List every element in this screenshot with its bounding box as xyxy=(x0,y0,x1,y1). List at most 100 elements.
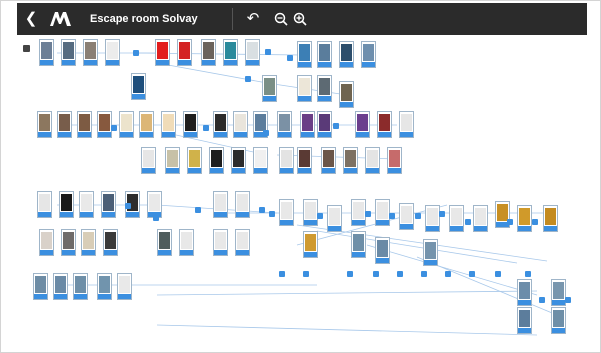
connector-dot[interactable] xyxy=(507,219,513,225)
screen-card[interactable] xyxy=(377,111,392,138)
screen-card[interactable] xyxy=(201,39,216,66)
screen-card[interactable] xyxy=(119,111,134,138)
screen-card[interactable] xyxy=(103,229,118,256)
screen-card[interactable] xyxy=(141,147,156,174)
screen-card[interactable] xyxy=(39,229,54,256)
screen-card[interactable] xyxy=(399,203,414,230)
connector-dot[interactable] xyxy=(269,211,275,217)
connector-dot[interactable] xyxy=(532,219,538,225)
screen-card[interactable] xyxy=(355,111,370,138)
screen-card[interactable] xyxy=(213,191,228,218)
connector-dot[interactable] xyxy=(111,125,117,131)
connector-dot[interactable] xyxy=(465,219,471,225)
undo-icon[interactable]: ↶ xyxy=(243,3,263,35)
screen-card[interactable] xyxy=(157,229,172,256)
screen-card[interactable] xyxy=(105,39,120,66)
screen-card[interactable] xyxy=(327,205,342,232)
screen-card[interactable] xyxy=(375,237,390,264)
screen-card[interactable] xyxy=(37,111,52,138)
screen-card[interactable] xyxy=(245,39,260,66)
flow-canvas[interactable] xyxy=(17,35,587,349)
screen-card[interactable] xyxy=(79,191,94,218)
connector-dot[interactable] xyxy=(153,215,159,221)
screen-card[interactable] xyxy=(473,205,488,232)
screen-card[interactable] xyxy=(53,273,68,300)
connector-dot[interactable] xyxy=(421,271,427,277)
screen-card[interactable] xyxy=(101,191,116,218)
screen-card[interactable] xyxy=(235,229,250,256)
zoom-out-icon[interactable] xyxy=(274,12,288,26)
screen-card[interactable] xyxy=(375,199,390,226)
connector-dot[interactable] xyxy=(525,271,531,277)
connector-dot[interactable] xyxy=(365,211,371,217)
screen-card[interactable] xyxy=(231,147,246,174)
connector-dot[interactable] xyxy=(133,50,139,56)
connector-dot[interactable] xyxy=(469,271,475,277)
connector-dot[interactable] xyxy=(373,271,379,277)
screen-card[interactable] xyxy=(209,147,224,174)
screen-card[interactable] xyxy=(351,231,366,258)
screen-card[interactable] xyxy=(147,191,162,218)
screen-card[interactable] xyxy=(387,147,402,174)
screen-card[interactable] xyxy=(517,307,532,334)
screen-card[interactable] xyxy=(37,191,52,218)
screen-card[interactable] xyxy=(131,73,146,100)
connector-dot[interactable] xyxy=(265,49,271,55)
connector-dot[interactable] xyxy=(565,297,571,303)
screen-card[interactable] xyxy=(551,279,566,306)
screen-card[interactable] xyxy=(33,273,48,300)
connector-dot[interactable] xyxy=(195,207,201,213)
screen-card[interactable] xyxy=(183,111,198,138)
connector-dot[interactable] xyxy=(317,213,323,219)
screen-card[interactable] xyxy=(155,39,170,66)
screen-card[interactable] xyxy=(165,147,180,174)
connector-dot[interactable] xyxy=(203,125,209,131)
screen-card[interactable] xyxy=(139,111,154,138)
screen-card[interactable] xyxy=(253,147,268,174)
screen-card[interactable] xyxy=(97,111,112,138)
screen-card[interactable] xyxy=(213,111,228,138)
connector-dot[interactable] xyxy=(347,271,353,277)
screen-card[interactable] xyxy=(59,191,74,218)
screen-card[interactable] xyxy=(399,111,414,138)
connector-dot[interactable] xyxy=(445,271,451,277)
screen-card[interactable] xyxy=(61,229,76,256)
screen-card[interactable] xyxy=(57,111,72,138)
screen-card[interactable] xyxy=(517,205,532,232)
connector-dot[interactable] xyxy=(259,207,265,213)
connector-dot[interactable] xyxy=(263,130,269,136)
screen-card[interactable] xyxy=(73,273,88,300)
screen-card[interactable] xyxy=(361,41,376,68)
screen-card[interactable] xyxy=(317,75,332,102)
connector-dot[interactable] xyxy=(333,123,339,129)
screen-card[interactable] xyxy=(303,199,318,226)
connector-dot[interactable] xyxy=(125,203,131,209)
connector-dot[interactable] xyxy=(279,271,285,277)
connector-dot[interactable] xyxy=(495,271,501,277)
screen-card[interactable] xyxy=(300,111,315,138)
screen-card[interactable] xyxy=(339,41,354,68)
screen-card[interactable] xyxy=(317,41,332,68)
screen-card[interactable] xyxy=(297,75,312,102)
screen-card[interactable] xyxy=(351,199,366,226)
chevron-left-icon[interactable]: ❮ xyxy=(23,3,39,35)
collapse-toggle[interactable] xyxy=(23,45,30,52)
connector-dot[interactable] xyxy=(397,271,403,277)
connector-dot[interactable] xyxy=(415,213,421,219)
screen-card[interactable] xyxy=(61,39,76,66)
screen-card[interactable] xyxy=(425,205,440,232)
connector-dot[interactable] xyxy=(389,213,395,219)
screen-card[interactable] xyxy=(297,41,312,68)
screen-card[interactable] xyxy=(343,147,358,174)
screen-card[interactable] xyxy=(279,199,294,226)
zoom-in-icon[interactable] xyxy=(293,12,307,26)
screen-card[interactable] xyxy=(317,111,332,138)
screen-card[interactable] xyxy=(423,239,438,266)
screen-card[interactable] xyxy=(235,191,250,218)
connector-dot[interactable] xyxy=(287,55,293,61)
screen-card[interactable] xyxy=(83,39,98,66)
screen-card[interactable] xyxy=(179,229,194,256)
screen-card[interactable] xyxy=(39,39,54,66)
screen-card[interactable] xyxy=(187,147,202,174)
screen-card[interactable] xyxy=(277,111,292,138)
